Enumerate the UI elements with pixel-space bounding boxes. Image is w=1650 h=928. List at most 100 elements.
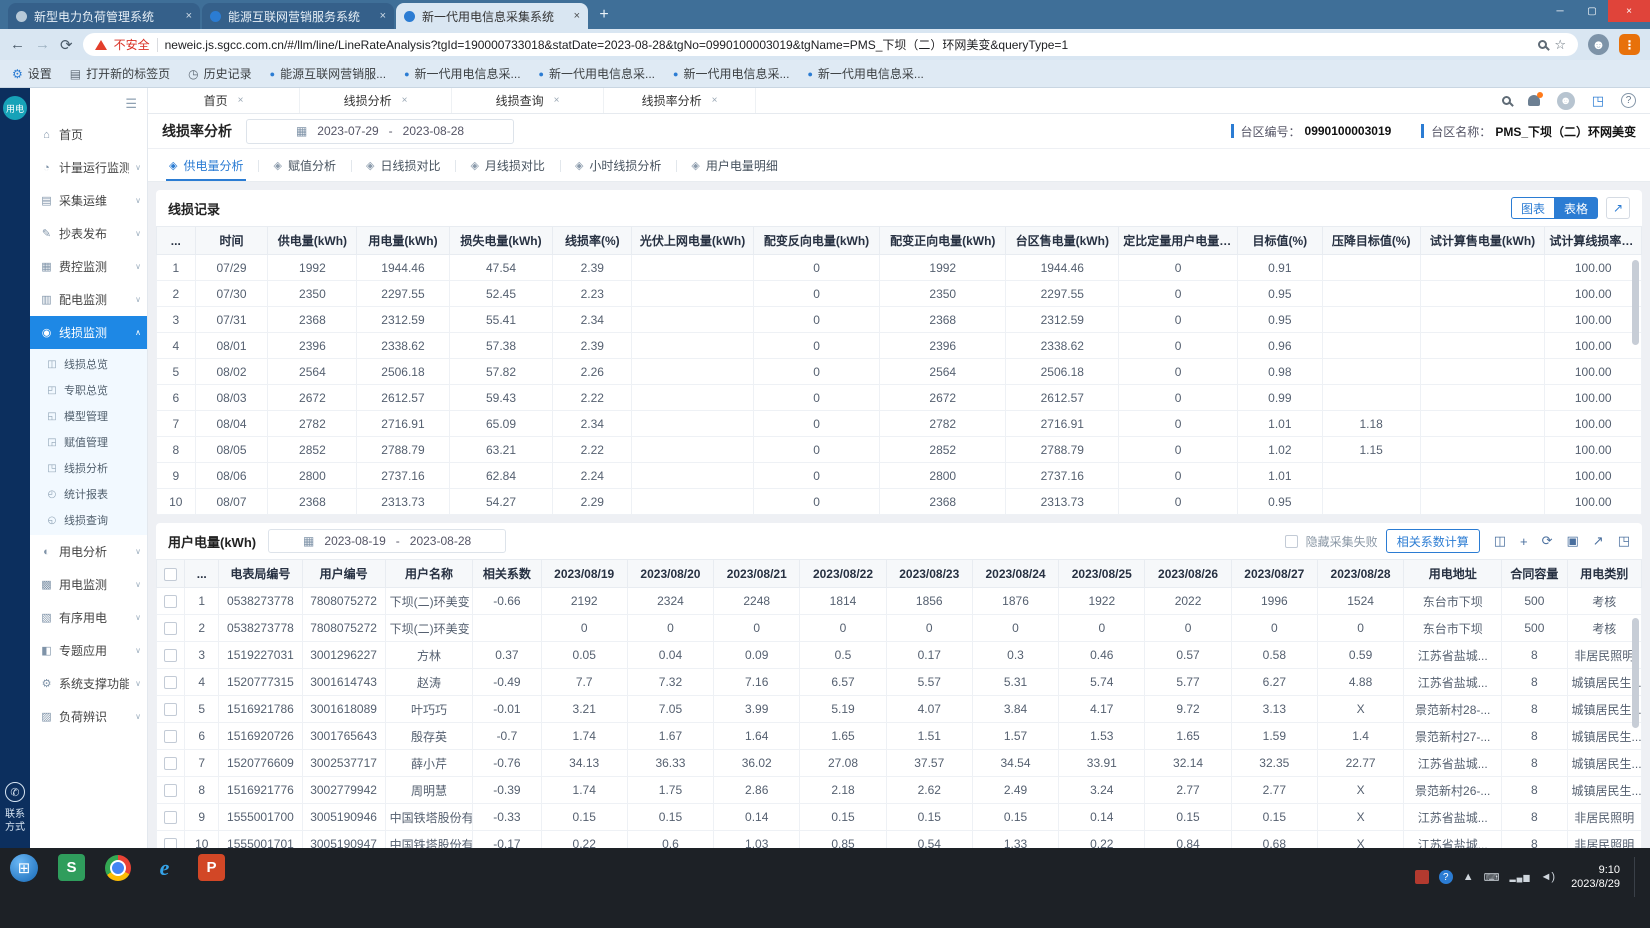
sidebar-subitem[interactable]: ◫线损总览: [30, 351, 147, 377]
user-energy-date-picker[interactable]: ▦ 2023-08-19 - 2023-08-28: [268, 529, 506, 553]
subtab[interactable]: ◈日线损对比: [351, 149, 455, 181]
taskbar-clock[interactable]: 9:10 2023/8/29: [1571, 863, 1620, 891]
export-icon[interactable]: ↗: [1593, 533, 1604, 549]
link-cell[interactable]: 3002537717: [302, 750, 385, 777]
table-row[interactable]: 608/0326722612.5759.432.22026722612.5700…: [157, 385, 1642, 411]
refresh-icon[interactable]: ⟳: [1542, 533, 1553, 549]
app-tab[interactable]: 线损分析×: [300, 88, 452, 113]
bookmark-item[interactable]: ●新一代用电信息采...: [673, 65, 789, 82]
sidebar-item[interactable]: ▥配电监测∨: [30, 283, 147, 316]
url-text[interactable]: neweic.js.sgcc.com.cn/#/llm/line/LineRat…: [165, 36, 1532, 53]
new-tab-button[interactable]: +: [590, 3, 618, 27]
zoom-icon[interactable]: [1538, 40, 1547, 49]
tab-close-icon[interactable]: ×: [554, 95, 560, 106]
link-cell[interactable]: 1555001701: [219, 831, 302, 849]
sidebar-subitem[interactable]: ◴统计报表: [30, 481, 147, 507]
show-desktop-button[interactable]: [1634, 857, 1640, 897]
link-cell[interactable]: 7808075272: [302, 588, 385, 615]
row-checkbox[interactable]: [164, 757, 177, 770]
row-checkbox[interactable]: [164, 838, 177, 848]
subtab[interactable]: ◈供电量分析: [154, 149, 258, 181]
start-button[interactable]: ⊞: [10, 854, 38, 882]
hide-failed-checkbox[interactable]: [1285, 535, 1298, 548]
table-row[interactable]: 715207766093002537717薛小芹-0.7634.1336.333…: [157, 750, 1642, 777]
sidebar-item[interactable]: ▧有序用电∨: [30, 601, 147, 634]
table-row[interactable]: 408/0123962338.6257.382.39023962338.6200…: [157, 333, 1642, 359]
table-row[interactable]: 205382737787808075272下坝(二)环美变0000000000东…: [157, 615, 1642, 642]
table-row[interactable]: 915550017003005190946中国铁塔股份有...-0.330.15…: [157, 804, 1642, 831]
select-all-checkbox[interactable]: [164, 568, 177, 581]
link-cell[interactable]: 3005190947: [302, 831, 385, 849]
table-row[interactable]: 307/3123682312.5955.412.34023682312.5900…: [157, 307, 1642, 333]
sidebar-subitem[interactable]: ◱模型管理: [30, 403, 147, 429]
wps-icon[interactable]: S: [58, 854, 85, 881]
refresh-icon[interactable]: ⟳: [60, 36, 73, 54]
chrome-icon[interactable]: [105, 855, 131, 881]
bookmark-item[interactable]: ⚙设置: [12, 65, 52, 82]
help-icon[interactable]: ?: [1621, 93, 1636, 108]
tray-keyboard-icon[interactable]: ⌨: [1484, 871, 1500, 884]
bookmark-item[interactable]: ●新一代用电信息采...: [539, 65, 655, 82]
back-icon[interactable]: ←: [10, 36, 25, 53]
bookmark-item[interactable]: ◷历史记录: [188, 65, 252, 82]
bookmark-item[interactable]: ▤打开新的标签页: [70, 65, 170, 82]
date-start[interactable]: 2023-07-29: [317, 124, 378, 138]
link-cell[interactable]: 1520777315: [219, 669, 302, 696]
powerpoint-icon[interactable]: P: [198, 854, 225, 881]
tray-volume-icon[interactable]: ◄): [1541, 871, 1556, 883]
table-row[interactable]: 315192270313001296227方林0.370.050.040.090…: [157, 642, 1642, 669]
sidebar-item[interactable]: ⌂首页: [30, 118, 147, 151]
search-icon[interactable]: [1502, 96, 1511, 105]
app-tab[interactable]: 线损率分析×: [604, 88, 756, 113]
sidebar-subitem[interactable]: ◰专职总览: [30, 377, 147, 403]
link-cell[interactable]: 1516920726: [219, 723, 302, 750]
row-checkbox[interactable]: [164, 622, 177, 635]
table-row[interactable]: 105382737787808075272下坝(二)环美变-0.66219223…: [157, 588, 1642, 615]
link-cell[interactable]: 3001618089: [302, 696, 385, 723]
link-cell[interactable]: 0538273778: [219, 588, 302, 615]
add-icon[interactable]: +: [1520, 534, 1528, 549]
row-checkbox[interactable]: [164, 649, 177, 662]
close-button[interactable]: ×: [1608, 0, 1650, 22]
link-cell[interactable]: 3001614743: [302, 669, 385, 696]
contact-widget[interactable]: ✆ 联系方式: [0, 782, 30, 834]
table-scrollbar[interactable]: [1632, 618, 1639, 728]
sidebar-collapse-icon[interactable]: ☰: [125, 96, 137, 112]
table-row[interactable]: 508/0225642506.1857.822.26025642506.1800…: [157, 359, 1642, 385]
tray-help-icon[interactable]: ?: [1439, 870, 1453, 884]
sidebar-item[interactable]: ✎抄表发布∨: [30, 217, 147, 250]
save-icon[interactable]: ▣: [1567, 533, 1579, 549]
browser-menu-icon[interactable]: ⋮: [1619, 34, 1640, 55]
link-cell[interactable]: 1516921786: [219, 696, 302, 723]
table-row[interactable]: 708/0427822716.9165.092.34027822716.9101…: [157, 411, 1642, 437]
tab-close-icon[interactable]: ×: [186, 10, 192, 22]
link-cell[interactable]: 3002779942: [302, 777, 385, 804]
subtab[interactable]: ◈用户电量明细: [676, 149, 792, 181]
row-checkbox[interactable]: [164, 730, 177, 743]
bookmark-item[interactable]: ●新一代用电信息采...: [807, 65, 923, 82]
sidebar-subitem[interactable]: ◳线损分析: [30, 455, 147, 481]
tray-app-icon[interactable]: [1415, 870, 1429, 884]
sidebar-item[interactable]: ▨负荷辨识∨: [30, 700, 147, 733]
table-row[interactable]: 1015550017013005190947中国铁塔股份有...-0.170.2…: [157, 831, 1642, 849]
date-start[interactable]: 2023-08-19: [324, 534, 385, 548]
date-range-picker[interactable]: ▦ 2023-07-29 - 2023-08-28: [246, 119, 514, 144]
profile-icon[interactable]: ☻: [1588, 34, 1609, 55]
link-cell[interactable]: 3005190946: [302, 804, 385, 831]
user-avatar-icon[interactable]: ☻: [1557, 92, 1575, 110]
forward-icon[interactable]: →: [35, 36, 50, 53]
subtab[interactable]: ◈月线损对比: [455, 149, 559, 181]
row-checkbox[interactable]: [164, 811, 177, 824]
link-cell[interactable]: 1520776609: [219, 750, 302, 777]
bookmark-item[interactable]: ●能源互联网营销服...: [270, 65, 386, 82]
security-label[interactable]: 不安全: [114, 36, 150, 53]
browser-tab[interactable]: 新型电力负荷管理系统×: [8, 3, 200, 29]
table-row[interactable]: 908/0628002737.1662.842.24028002737.1601…: [157, 463, 1642, 489]
browser-tab[interactable]: 新一代用电信息采集系统×: [396, 3, 588, 29]
fullscreen-icon[interactable]: ◳: [1592, 93, 1604, 109]
browser-tab[interactable]: 能源互联网营销服务系统×: [202, 3, 394, 29]
table-scrollbar[interactable]: [1632, 260, 1639, 345]
link-cell[interactable]: 3001296227: [302, 642, 385, 669]
sidebar-item[interactable]: ◐用电分析∨: [30, 535, 147, 568]
link-cell[interactable]: 1516921776: [219, 777, 302, 804]
